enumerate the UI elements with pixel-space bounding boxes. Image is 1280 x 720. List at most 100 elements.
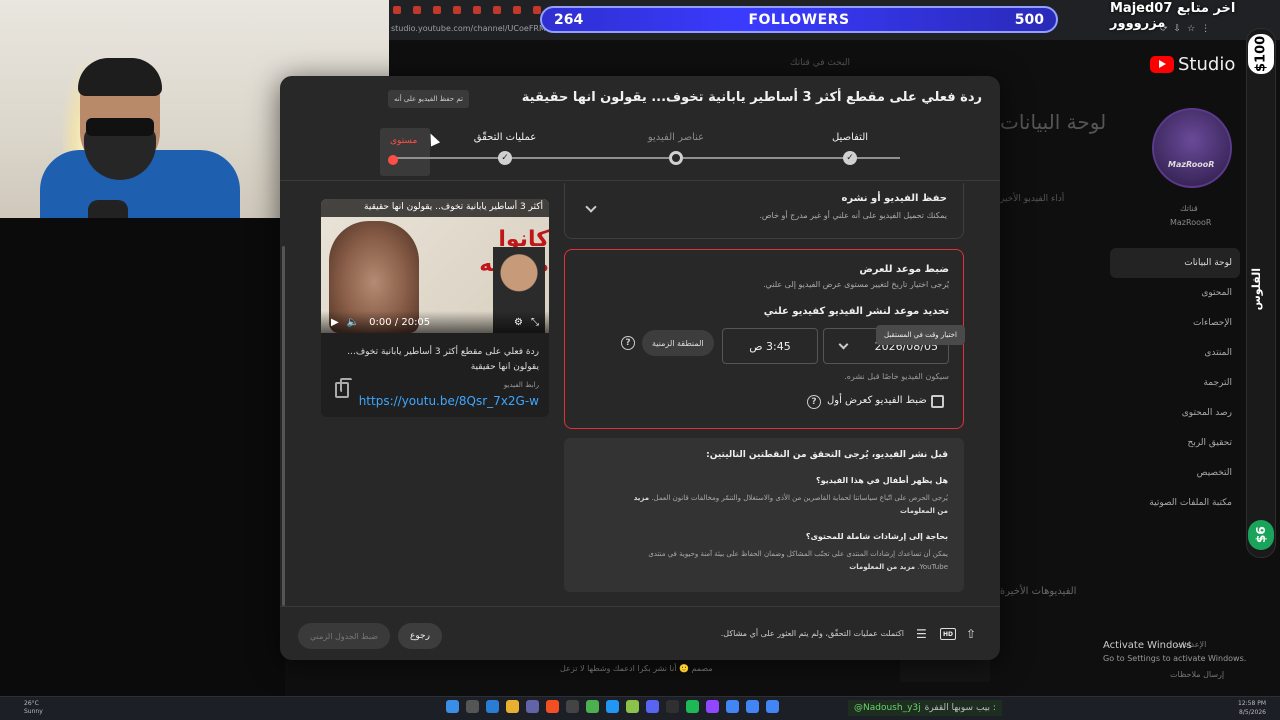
pre-publish-checks-panel: قبل نشر الفيديو، يُرجى التحقق من النقطتي… — [564, 438, 964, 592]
youtube-play-icon — [1150, 56, 1174, 73]
step-open-circle-icon — [669, 151, 683, 165]
brave-icon[interactable] — [546, 700, 559, 713]
bg-page-title: لوحة البيانات — [1000, 110, 1107, 134]
system-clock[interactable]: 12:58 PM 8/5/2026 — [1238, 699, 1266, 717]
tab-icon[interactable] — [453, 6, 461, 14]
save-publish-title: حفظ الفيديو أو نشره — [841, 193, 947, 204]
sidebar-item-customization[interactable]: التخصيص — [1110, 458, 1240, 488]
tab-icon[interactable] — [433, 6, 441, 14]
donation-top: $100 — [1248, 34, 1274, 74]
bg-recent-videos: الفيديوهات الأخيرة — [1000, 586, 1077, 597]
list-icon[interactable]: ☰ — [916, 627, 927, 641]
obs-icon[interactable] — [666, 700, 679, 713]
timezone-button[interactable]: المنطقة الزمنية — [642, 330, 714, 356]
step-checks-label: عمليات التحقّق — [473, 132, 537, 143]
video-time: 0:00 / 20:05 — [369, 316, 431, 328]
dialog-scrollbar[interactable] — [282, 246, 285, 606]
sidebar-item-feedback[interactable]: إرسال ملاحظات — [1170, 670, 1224, 679]
app-icon[interactable] — [566, 700, 579, 713]
sidebar-item-analytics[interactable]: الإحصاءات — [1110, 308, 1240, 338]
fullscreen-icon[interactable]: ⤡ — [531, 317, 539, 328]
edge-icon[interactable] — [486, 700, 499, 713]
thumbnail-title: أكثر 3 أساطير يابانية تخوف.. يقولون انها… — [321, 199, 549, 217]
chevron-down-icon[interactable] — [585, 201, 597, 213]
sidebar-item-audio-library[interactable]: مكتبة الملفات الصوتية — [1110, 488, 1240, 518]
sidebar-item-dashboard[interactable]: لوحة البيانات — [1110, 248, 1240, 278]
learn-more-link[interactable]: مزيد من المعلومات — [849, 563, 915, 571]
studio-search-placeholder[interactable]: البحث في قناتك — [790, 58, 850, 68]
video-link[interactable]: https://youtu.be/8Qsr_7x2G-w — [359, 394, 539, 408]
step-visibility-label[interactable]: مستوى — [390, 136, 417, 146]
check-icon: ✓ — [498, 151, 512, 165]
save-or-publish-panel[interactable]: حفظ الفيديو أو نشره يمكنك تحميل الفيديو … — [564, 183, 964, 239]
discord-icon[interactable] — [646, 700, 659, 713]
activate-windows-title: Activate Windows — [1103, 640, 1192, 651]
clock-date: 8/5/2026 — [1239, 709, 1266, 716]
chevron-down-icon — [838, 339, 849, 350]
video-thumbnail[interactable]: أكثر 3 أساطير يابانية تخوف.. يقولون انها… — [321, 199, 549, 333]
streamer-glasses — [86, 118, 154, 136]
channel-avatar-text: MazRoooR — [1168, 160, 1215, 169]
step-details[interactable]: التفاصيل ✓ — [790, 132, 910, 165]
minecraft-icon[interactable] — [586, 700, 599, 713]
latest-follower-name: Majed07 — [1110, 1, 1173, 16]
checks-question-guidelines: بحاجة إلى إرشادات شاملة للمحتوى؟ — [805, 532, 948, 541]
left-dim-area — [0, 218, 285, 696]
sidebar-item-subtitles[interactable]: الترجمة — [1110, 368, 1240, 398]
volume-icon[interactable]: 🔈 — [347, 317, 359, 328]
weather-widget[interactable]: 26°C Sunny — [24, 700, 43, 716]
schedule-title: ضبط موعد للعرض — [859, 264, 949, 275]
app-icon[interactable] — [626, 700, 639, 713]
settings-gear-icon[interactable]: ⚙ — [514, 317, 523, 328]
check-icon: ✓ — [843, 151, 857, 165]
chrome-icon[interactable] — [746, 700, 759, 713]
play-icon[interactable]: ▶ — [331, 317, 339, 328]
chrome-icon[interactable] — [726, 700, 739, 713]
channel-name: MazRoooR — [1170, 218, 1212, 227]
tab-icon[interactable] — [493, 6, 501, 14]
spotify-icon[interactable] — [686, 700, 699, 713]
store-icon[interactable] — [526, 700, 539, 713]
tab-icon[interactable] — [473, 6, 481, 14]
donation-bottom: $6 — [1248, 520, 1274, 550]
private-before-publish-note: سيكون الفيديو خاصًا قبل نشره. — [844, 372, 949, 381]
donation-label: الفلوس — [1250, 268, 1263, 311]
tab-icon[interactable] — [393, 6, 401, 14]
search-icon[interactable] — [466, 700, 479, 713]
hd-icon[interactable]: HD — [940, 628, 956, 640]
youtube-studio-logo[interactable]: Studio — [1150, 54, 1235, 75]
tab-icon[interactable] — [533, 6, 541, 14]
sidebar-item-community[interactable]: المنتدى — [1110, 338, 1240, 368]
chrome-icon[interactable] — [766, 700, 779, 713]
sidebar-item-copyright[interactable]: رصد المحتوى — [1110, 398, 1240, 428]
time-picker[interactable]: 3:45 ص — [722, 328, 818, 364]
channel-avatar[interactable] — [1152, 108, 1232, 188]
premiere-checkbox[interactable] — [931, 395, 944, 408]
sidebar-item-content[interactable]: المحتوى — [1110, 278, 1240, 308]
tab-icon[interactable] — [413, 6, 421, 14]
dialog-footer: ضبط الجدول الزمني رجوع اكتملت عمليات الت… — [280, 606, 1000, 660]
tab-icon[interactable] — [513, 6, 521, 14]
chat-message: بيب سوبها القفرة : — [924, 703, 996, 713]
step-video-elements[interactable]: عناصر الفيديو — [616, 132, 736, 165]
weather-temp: 26°C — [24, 700, 39, 707]
windows-start-icon[interactable] — [446, 700, 459, 713]
followers-current: 264 — [554, 11, 584, 28]
help-icon[interactable]: ? — [621, 336, 635, 350]
app-icon[interactable] — [606, 700, 619, 713]
video-card-title: ردة فعلي على مقطع أكثر 3 أساطير يابانية … — [347, 347, 539, 372]
dialog-title: ردة فعلي على مقطع أكثر 3 أساطير يابانية … — [521, 90, 982, 105]
explorer-icon[interactable] — [506, 700, 519, 713]
upload-icon[interactable]: ⇧ — [966, 627, 976, 641]
back-button[interactable]: رجوع — [398, 623, 442, 649]
schedule-button[interactable]: ضبط الجدول الزمني — [298, 623, 391, 649]
sidebar-item-earn[interactable]: تحقيق الربح — [1110, 428, 1240, 458]
step-checks[interactable]: عمليات التحقّق ✓ — [445, 132, 565, 165]
twitch-icon[interactable] — [706, 700, 719, 713]
followers-label: FOLLOWERS — [748, 11, 850, 28]
help-icon[interactable]: ? — [807, 395, 821, 409]
taskbar-apps — [446, 700, 779, 713]
chat-ticker: @Nadoush_y3j بيب سوبها القفرة : — [848, 700, 1002, 716]
copy-icon[interactable] — [335, 378, 352, 398]
schedule-desc: يُرجى اختيار تاريخ لتغيير مستوى عرض الفي… — [763, 280, 949, 289]
